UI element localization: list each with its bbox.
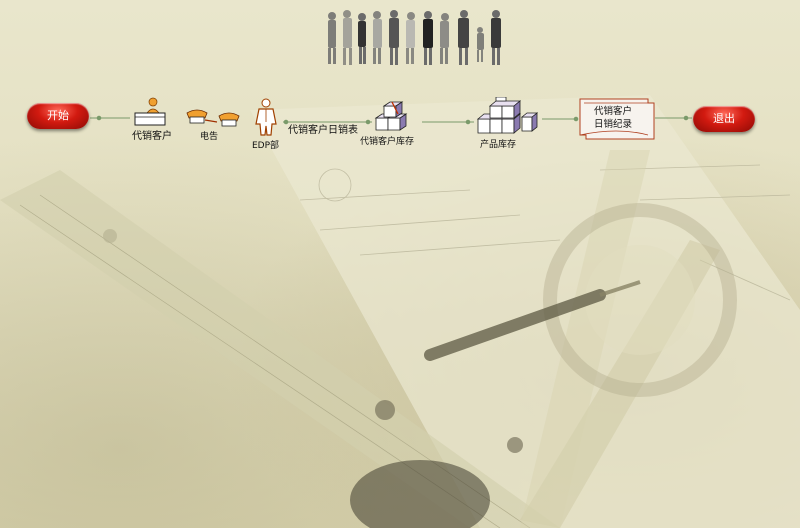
daily-record-line1: 代销客户 bbox=[594, 106, 633, 117]
daily-report-label: 代销客户日销表 bbox=[288, 125, 358, 136]
boxes-icon bbox=[374, 101, 408, 131]
agent-inventory-label: 代销客户库存 bbox=[360, 137, 415, 147]
edp-label: EDP部 bbox=[252, 141, 280, 151]
edp-node[interactable]: EDP部 bbox=[250, 98, 284, 151]
daily-record-line2: 日销纪录 bbox=[594, 119, 633, 130]
person-icon bbox=[255, 98, 277, 136]
telegram-label: 电告 bbox=[200, 132, 219, 142]
product-inventory-label: 产品库存 bbox=[480, 140, 517, 150]
agent-customer-label: 代销客户 bbox=[132, 131, 172, 142]
product-inventory-node[interactable]: 产品库存 bbox=[474, 97, 542, 150]
daily-record-node[interactable]: 代销客户 日销纪录 bbox=[578, 97, 656, 141]
desk-person-icon bbox=[134, 97, 166, 126]
telegram-node[interactable]: 电告 bbox=[185, 108, 245, 142]
agent-customer-node[interactable]: 代销客户 bbox=[130, 96, 180, 142]
telephone-icon bbox=[186, 109, 240, 127]
agent-inventory-node[interactable]: 代销客户库存 bbox=[360, 100, 422, 148]
exit-button[interactable]: 退出 bbox=[693, 106, 755, 132]
start-button[interactable]: 开始 bbox=[27, 103, 89, 129]
product-boxes-icon bbox=[476, 97, 539, 134]
